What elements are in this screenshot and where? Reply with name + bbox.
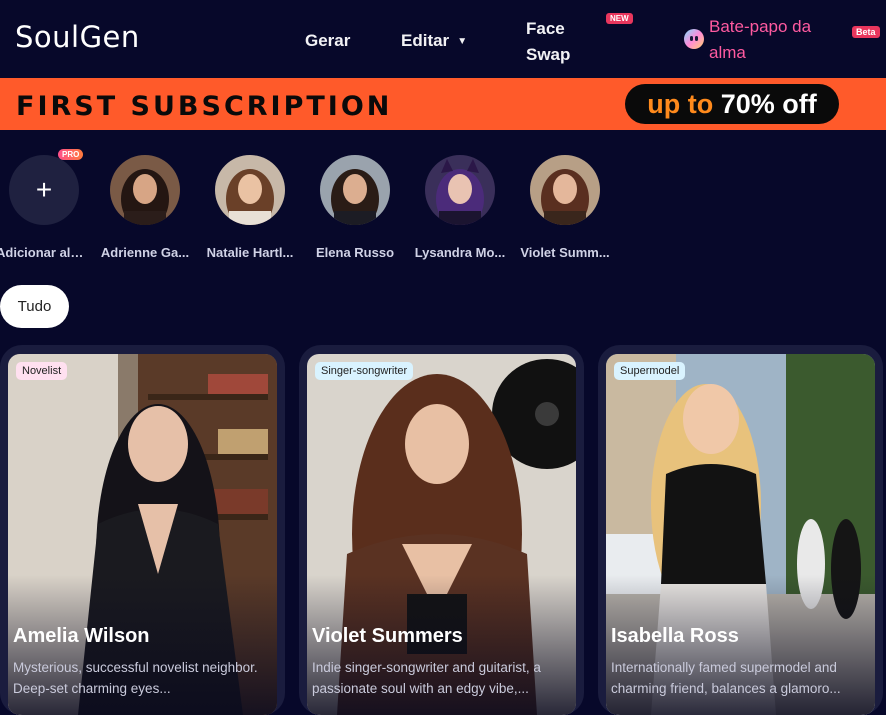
- avatar-name: Elena Russo: [315, 245, 395, 260]
- card-description: Internationally famed supermodel and cha…: [611, 660, 841, 696]
- avatar[interactable]: [530, 155, 600, 225]
- promo-banner[interactable]: FIRST SUBSCRIPTION up to 70% off: [0, 78, 886, 130]
- character-card[interactable]: Supermodel Isabella Ross Internationally…: [598, 345, 883, 715]
- avatar-name: Adrienne Ga...: [100, 245, 190, 260]
- avatar[interactable]: [425, 155, 495, 225]
- avatar[interactable]: [215, 155, 285, 225]
- card-name: Amelia Wilson: [13, 625, 150, 647]
- nav-editar[interactable]: Editar ▼: [401, 31, 467, 51]
- avatar-name: Natalie Hartl...: [206, 245, 294, 260]
- plus-icon: +: [35, 174, 53, 205]
- avatar-name: Violet Summ...: [520, 245, 610, 260]
- discount-value: 70% off: [713, 89, 817, 119]
- card-tag: Singer-songwriter: [315, 362, 414, 380]
- card-tag: Supermodel: [614, 362, 686, 380]
- nav-editar-label: Editar: [401, 31, 450, 50]
- soul-chat-icon: [684, 29, 704, 49]
- avatar-item[interactable]: Natalie Hartl...: [202, 153, 298, 260]
- discount-prefix: up to: [647, 89, 714, 119]
- avatar-item[interactable]: Elena Russo: [307, 153, 403, 260]
- soulgen-logo[interactable]: SoulGen: [15, 20, 140, 54]
- avatar[interactable]: [320, 155, 390, 225]
- filter-all-chip[interactable]: Tudo: [0, 285, 69, 328]
- avatar-item[interactable]: Lysandra Mo...: [412, 153, 508, 260]
- character-card[interactable]: Novelist Amelia Wilson Mysterious, succe…: [0, 345, 285, 715]
- soul-avatars-row: + PRO Adicionar alm... Adrienne Ga... Na…: [0, 149, 886, 263]
- card-tag: Novelist: [16, 362, 68, 380]
- avatar-name: Lysandra Mo...: [414, 245, 506, 260]
- add-soul-circle[interactable]: +: [9, 155, 79, 225]
- avatar[interactable]: [110, 155, 180, 225]
- card-description: Indie singer-songwriter and guitarist, a…: [312, 660, 541, 696]
- nav-soul-chat[interactable]: Bate-papo da alma: [709, 14, 829, 66]
- add-soul-label: Adicionar alm...: [0, 245, 92, 260]
- add-soul-button[interactable]: + PRO Adicionar alm...: [0, 149, 92, 260]
- nav-face-swap[interactable]: Face Swap: [526, 16, 586, 68]
- banner-title: FIRST SUBSCRIPTION: [16, 91, 393, 122]
- beta-badge: Beta: [852, 26, 880, 38]
- chevron-down-icon: ▼: [457, 36, 468, 47]
- avatar-item[interactable]: Violet Summ...: [517, 153, 613, 260]
- card-description: Mysterious, successful novelist neighbor…: [13, 660, 258, 696]
- nav-gerar[interactable]: Gerar: [305, 31, 350, 51]
- card-name: Violet Summers: [312, 625, 463, 647]
- card-name: Isabella Ross: [611, 625, 739, 647]
- avatar-item[interactable]: Adrienne Ga...: [97, 153, 193, 260]
- new-badge: NEW: [606, 13, 633, 24]
- discount-pill[interactable]: up to 70% off: [625, 84, 839, 124]
- character-card[interactable]: Singer-songwriter Violet Summers Indie s…: [299, 345, 584, 715]
- top-navbar: SoulGen Gerar Editar ▼ Face Swap NEW Bate…: [0, 0, 886, 78]
- pro-badge: PRO: [58, 149, 84, 160]
